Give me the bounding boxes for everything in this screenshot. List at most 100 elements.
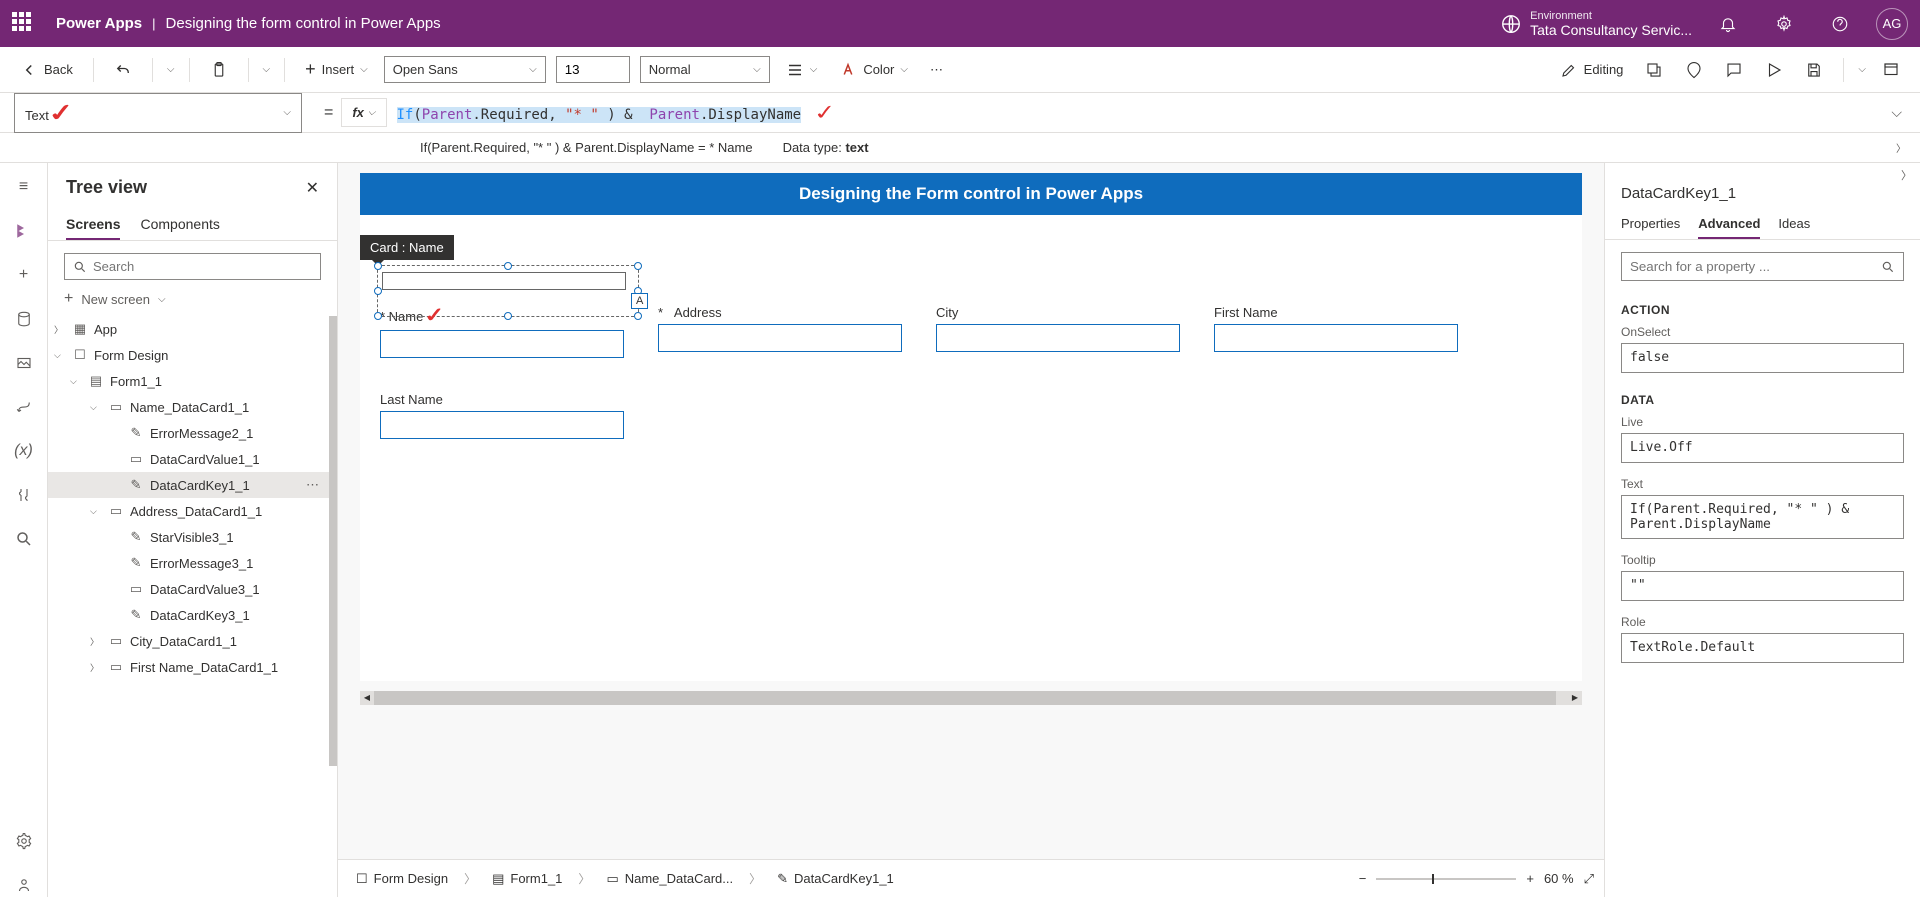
field-last-name[interactable]: Last Name [380, 392, 624, 439]
breadcrumb-form1[interactable]: ▤Form1_1 [484, 867, 570, 891]
tree-node-name-datacard[interactable]: ⌵▭Name_DataCard1_1 [48, 394, 337, 420]
undo-button[interactable] [108, 57, 138, 83]
new-screen-button[interactable]: +New screen⌵ [64, 290, 321, 308]
comments-icon[interactable] [1719, 57, 1749, 83]
property-selector[interactable]: Text ✓ ⌵ [14, 93, 302, 133]
tree-node-app[interactable]: 〉▦App [48, 316, 337, 342]
rail-insert-icon[interactable]: + [12, 263, 36, 287]
formula-input[interactable]: If(Parent.Required, "* " ) & Parent.Disp… [387, 100, 1874, 125]
tree-node-datacardkey1[interactable]: ✎DataCardKey1_1⋯ [48, 472, 337, 498]
tree-node-form1[interactable]: ⌵▤Form1_1 [48, 368, 337, 394]
rail-flow-icon[interactable] [12, 395, 36, 419]
rail-tree-icon[interactable] [12, 219, 36, 243]
prop-label-tooltip: Tooltip [1621, 553, 1904, 567]
field-first-name[interactable]: First Name [1214, 305, 1458, 358]
app-title: Power Apps [56, 15, 142, 32]
breadcrumb-datacardkey[interactable]: ✎DataCardKey1_1 [769, 867, 902, 891]
breadcrumb-name-datacard[interactable]: ▭Name_DataCard... [598, 867, 741, 891]
notifications-icon[interactable] [1708, 4, 1748, 44]
props-search-input[interactable] [1621, 252, 1904, 281]
save-split-icon[interactable]: ⌵ [1858, 64, 1866, 75]
paste-split-icon[interactable]: ⌵ [263, 64, 271, 75]
breadcrumb-form-design[interactable]: ☐Form Design [348, 867, 456, 891]
props-tab-ideas[interactable]: Ideas [1778, 210, 1810, 239]
tree-node-errormsg2[interactable]: ✎ErrorMessage2_1 [48, 420, 337, 446]
prop-value-onselect[interactable]: false [1621, 343, 1904, 373]
prop-value-role[interactable]: TextRole.Default [1621, 633, 1904, 663]
tree-search-input[interactable] [64, 253, 321, 280]
tree-node-form-design[interactable]: ⌵☐Form Design [48, 342, 337, 368]
prop-label-live: Live [1621, 415, 1904, 429]
tree-scrollbar[interactable] [329, 316, 337, 766]
tree-node-datacardvalue1[interactable]: ▭DataCardValue1_1 [48, 446, 337, 472]
tree-node-starvisible3[interactable]: ✎StarVisible3_1 [48, 524, 337, 550]
rail-tools-icon[interactable] [12, 483, 36, 507]
rail-hamburger-icon[interactable]: ≡ [12, 175, 36, 199]
environment-picker[interactable]: Environment Tata Consultancy Servic... [1500, 10, 1692, 38]
prop-value-tooltip[interactable]: "" [1621, 571, 1904, 601]
app-launcher-icon[interactable] [12, 12, 36, 36]
props-tab-advanced[interactable]: Advanced [1698, 210, 1760, 239]
result-next-icon[interactable]: 〉 [1896, 140, 1906, 155]
preview-icon[interactable] [1759, 57, 1789, 83]
draft-indicator-icon[interactable]: A [631, 293, 648, 309]
tree-node-datacardvalue3[interactable]: ▭DataCardValue3_1 [48, 576, 337, 602]
user-avatar[interactable]: AG [1876, 8, 1908, 40]
props-tab-properties[interactable]: Properties [1621, 210, 1680, 239]
align-button[interactable]: ⌵ [780, 57, 824, 83]
rail-media-icon[interactable] [12, 351, 36, 375]
publish-icon[interactable] [1876, 57, 1906, 83]
expand-formula-icon[interactable]: ⌵ [1873, 104, 1920, 121]
rail-settings-icon[interactable] [12, 829, 36, 853]
selected-control-name: DataCardKey1_1 [1605, 183, 1920, 210]
help-icon[interactable] [1820, 4, 1860, 44]
prop-label-role: Role [1621, 615, 1904, 629]
prop-value-text[interactable]: If(Parent.Required, "* " ) & Parent.Disp… [1621, 495, 1904, 539]
font-family-dropdown[interactable]: Open Sans⌵ [384, 56, 546, 83]
props-section-action: ACTION [1605, 293, 1920, 321]
font-size-input[interactable] [556, 56, 630, 83]
tree-node-city-datacard[interactable]: 〉▭City_DataCard1_1 [48, 628, 337, 654]
tree-node-errormsg3[interactable]: ✎ErrorMessage3_1 [48, 550, 337, 576]
tree-node-firstname-datacard[interactable]: 〉▭First Name_DataCard1_1 [48, 654, 337, 680]
search-icon [1881, 260, 1895, 274]
formula-datatype: Data type: text [783, 140, 869, 155]
tree-node-datacardkey3[interactable]: ✎DataCardKey3_1 [48, 602, 337, 628]
fx-button[interactable]: fx⌵ [341, 98, 386, 127]
props-scroll-up-icon[interactable]: 〉 [1605, 163, 1920, 183]
color-button[interactable]: Color ⌵ [833, 57, 914, 83]
prop-value-live[interactable]: Live.Off [1621, 433, 1904, 463]
editing-mode-button[interactable]: Editing [1554, 57, 1630, 83]
checker-icon[interactable] [1679, 57, 1709, 83]
close-tree-icon[interactable]: ✕ [306, 178, 319, 198]
tree-item-more-icon[interactable]: ⋯ [306, 477, 319, 493]
zoom-slider[interactable] [1376, 878, 1516, 880]
rail-variables-icon[interactable]: (x) [12, 439, 36, 463]
zoom-in-icon[interactable]: + [1526, 871, 1534, 886]
font-weight-dropdown[interactable]: Normal⌵ [640, 56, 770, 83]
rail-search-icon[interactable] [12, 527, 36, 551]
undo-split-icon[interactable]: ⌵ [167, 64, 175, 75]
field-address[interactable]: * Address [658, 305, 902, 358]
fit-screen-icon[interactable]: ⤢ [1584, 871, 1594, 887]
back-button[interactable]: Back [14, 57, 79, 83]
share-icon[interactable] [1639, 57, 1669, 83]
equals-sign: = [324, 104, 333, 122]
paste-button[interactable] [204, 57, 234, 83]
tab-screens[interactable]: Screens [66, 210, 120, 240]
more-toolbar-icon[interactable]: ⋯ [924, 58, 949, 82]
canvas-horizontal-scrollbar[interactable]: ◀ ▶ [360, 691, 1582, 705]
tab-components[interactable]: Components [140, 210, 219, 240]
save-icon[interactable] [1799, 57, 1829, 83]
zoom-level: 60 % [1544, 871, 1574, 886]
props-section-data: DATA [1605, 383, 1920, 411]
title-separator: | [152, 16, 155, 31]
zoom-out-icon[interactable]: − [1359, 871, 1367, 886]
tree-node-address-datacard[interactable]: ⌵▭Address_DataCard1_1 [48, 498, 337, 524]
rail-ai-icon[interactable] [12, 873, 36, 897]
settings-icon[interactable] [1764, 4, 1804, 44]
field-city[interactable]: City [936, 305, 1180, 358]
insert-button[interactable]: + Insert ⌵ [299, 55, 374, 84]
rail-data-icon[interactable] [12, 307, 36, 331]
card-tooltip: Card : Name [360, 235, 454, 260]
